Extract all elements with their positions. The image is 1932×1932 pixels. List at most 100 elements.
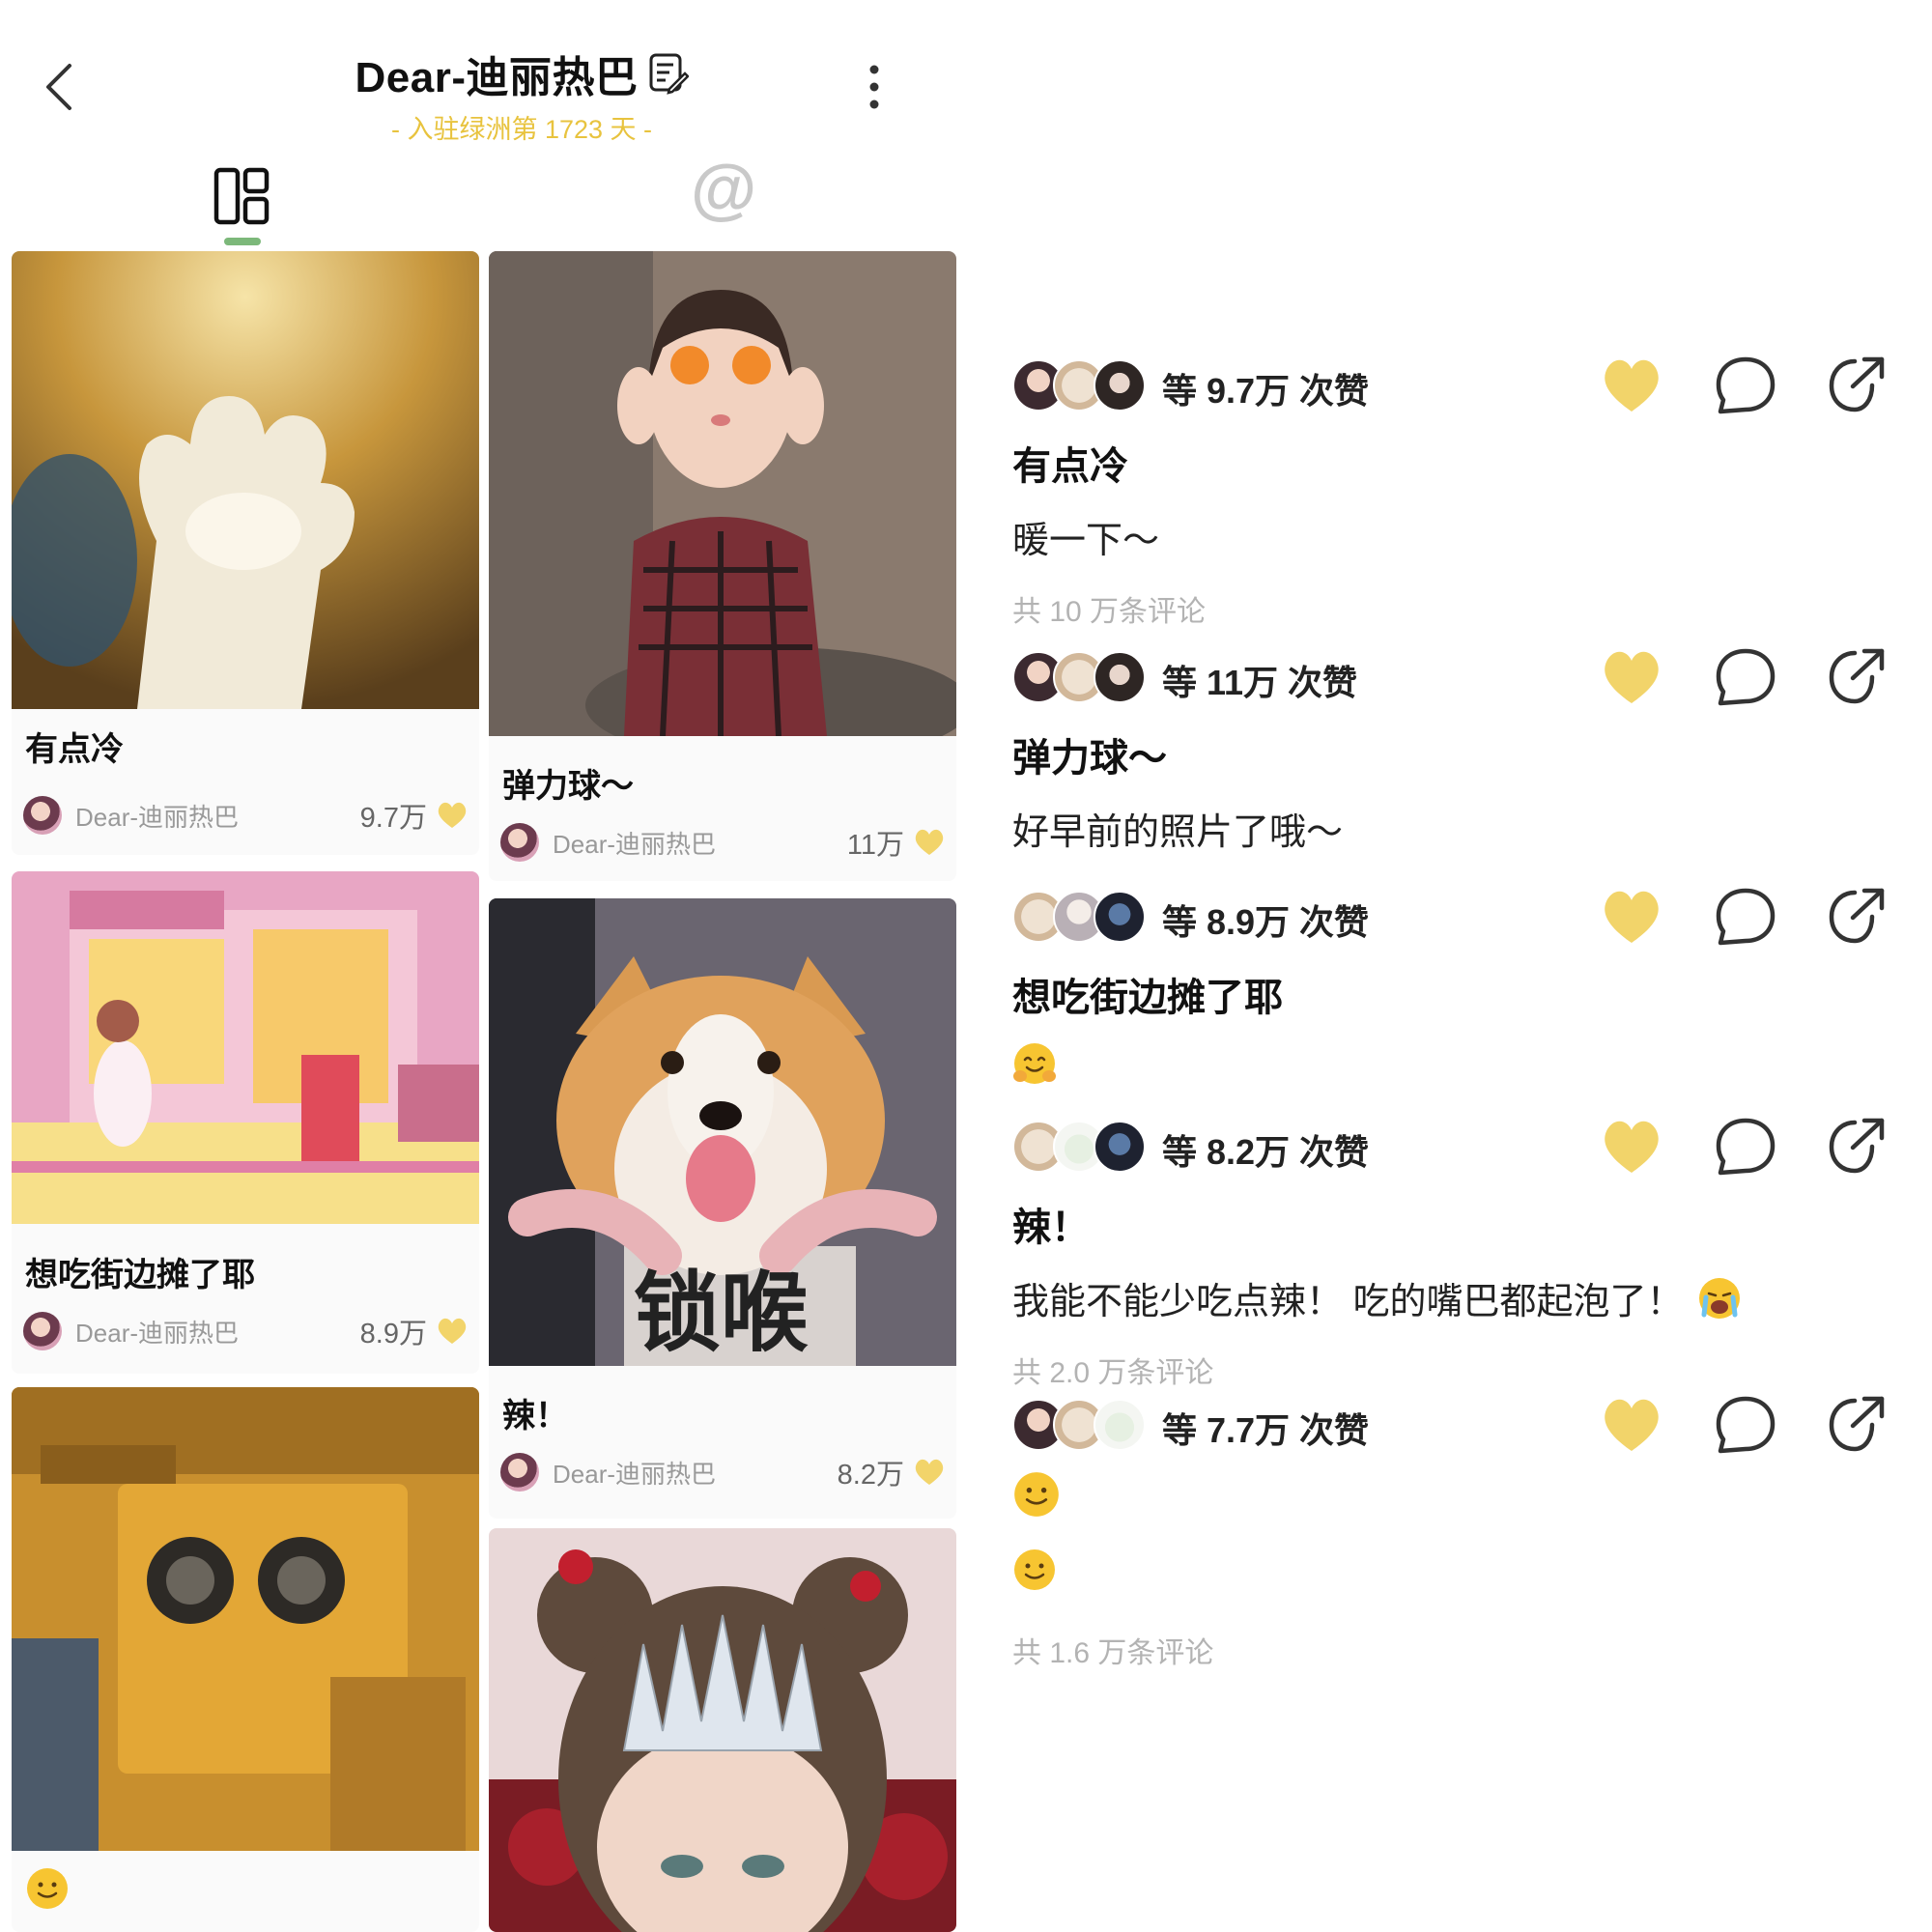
like-count: 9.7万: [359, 803, 427, 834]
smile-emoji-icon: [27, 1868, 68, 1909]
heart-icon[interactable]: [1600, 1115, 1663, 1179]
author-name: Dear-迪丽热巴: [75, 1318, 240, 1348]
post-card-meta: Dear-迪丽热巴 9.7万: [23, 794, 468, 837]
like-count: 11万: [846, 830, 904, 861]
comment-count-link[interactable]: 共 2.0 万条评论: [1012, 1349, 1213, 1391]
comment-icon[interactable]: [1714, 1115, 1777, 1179]
post-card[interactable]: 弹力球～ Dear-迪丽热巴 11万: [489, 251, 956, 881]
feed-like-row: 等 9.7万 次赞: [1012, 350, 1901, 417]
comment-icon[interactable]: [1714, 354, 1777, 417]
share-icon[interactable]: [1826, 1115, 1889, 1179]
comment-icon[interactable]: [1714, 1393, 1777, 1457]
back-button[interactable]: [37, 58, 95, 116]
feed-post-emoji: [1012, 1041, 1057, 1086]
heart-icon[interactable]: [914, 828, 945, 857]
comment-icon[interactable]: [1714, 885, 1777, 949]
feed-post-title: 想吃街边摊了耶: [1012, 977, 1283, 1019]
hug-face-emoji-icon: [1013, 1043, 1056, 1084]
join-days-subtitle: - 入驻绿洲第 1723 天 -: [390, 115, 653, 144]
post-card-title: 想吃街边摊了耶: [25, 1257, 255, 1293]
liker-avatars[interactable]: [1012, 1121, 1148, 1173]
author-name: Dear-迪丽热巴: [75, 802, 240, 832]
more-button[interactable]: [860, 58, 889, 116]
crying-face-emoji-icon: [1698, 1277, 1740, 1319]
page-title-text: Dear-迪丽热巴: [355, 54, 639, 101]
comment-count-link[interactable]: 共 1.6 万条评论: [1012, 1629, 1213, 1671]
feed-like-row: 等 7.7万 次赞: [1012, 1389, 1901, 1457]
post-card[interactable]: 有点冷 Dear-迪丽热巴 9.7万: [12, 251, 479, 855]
post-card-meta: Dear-迪丽热巴 8.2万: [500, 1451, 945, 1493]
post-card-title: 有点冷: [25, 731, 124, 768]
feed-post-title: 弹力球～: [1012, 737, 1167, 780]
note-edit-icon[interactable]: [648, 52, 689, 95]
feed-like-row: 等 11万 次赞: [1012, 641, 1901, 709]
like-count: 8.2万: [837, 1460, 904, 1491]
feed-like-row: 等 8.9万 次赞: [1012, 881, 1901, 949]
avatar[interactable]: [23, 1312, 62, 1350]
feed-post-body: 我能不能少吃点辣！ 吃的嘴巴都起泡了！: [1012, 1282, 1684, 1322]
post-card-title: 辣！: [502, 1398, 568, 1435]
tab-mentions[interactable]: @: [691, 155, 756, 222]
post-card-emoji: [25, 1866, 70, 1911]
tab-posts[interactable]: [211, 164, 274, 228]
liker-avatars[interactable]: [1012, 651, 1148, 703]
post-card[interactable]: 锁喉 辣！ Dear-迪丽热巴 8.2万: [489, 898, 956, 1519]
like-summary[interactable]: 等 11万 次赞: [1162, 655, 1357, 705]
post-image-girl-plaid: [489, 251, 956, 736]
grid-layout-icon: [213, 167, 270, 225]
like-count: 8.9万: [359, 1319, 427, 1350]
chevron-left-icon: [46, 64, 71, 110]
feed-post-title: 辣！: [1012, 1207, 1090, 1249]
like-summary[interactable]: 等 7.7万 次赞: [1162, 1403, 1369, 1453]
author-name: Dear-迪丽热巴: [553, 829, 717, 859]
post-card[interactable]: [12, 1387, 479, 1932]
liker-avatars[interactable]: [1012, 891, 1148, 943]
feed-post-title: 有点冷: [1012, 445, 1128, 488]
feed-post-body: 暖一下～: [1012, 521, 1160, 561]
avatar[interactable]: [23, 796, 62, 835]
feed-post-emoji: [1012, 1470, 1061, 1519]
page-header: Dear-迪丽热巴 - 入驻绿洲第 1723 天 -: [319, 43, 724, 146]
post-card[interactable]: 想吃街边摊了耶 Dear-迪丽热巴 8.9万: [12, 871, 479, 1374]
heart-icon[interactable]: [914, 1458, 945, 1487]
share-icon[interactable]: [1826, 354, 1889, 417]
share-icon[interactable]: [1826, 1393, 1889, 1457]
avatar[interactable]: [500, 823, 539, 862]
like-summary[interactable]: 等 9.7万 次赞: [1162, 363, 1369, 413]
smile-emoji-icon: [1014, 1472, 1059, 1517]
feed-post-body-wrap: 我能不能少吃点辣！ 吃的嘴巴都起泡了！: [1012, 1271, 1742, 1324]
heart-icon[interactable]: [437, 801, 468, 830]
post-image-machinery: [12, 1387, 479, 1851]
liker-avatars[interactable]: [1012, 359, 1148, 412]
comment-icon[interactable]: [1714, 645, 1777, 709]
feed-like-row: 等 8.2万 次赞: [1012, 1111, 1901, 1179]
active-tab-indicator: [224, 238, 261, 245]
post-card-meta: Dear-迪丽热巴 11万: [500, 821, 945, 864]
avatar[interactable]: [500, 1453, 539, 1492]
page-title: Dear-迪丽热巴: [355, 43, 689, 104]
post-card[interactable]: [489, 1528, 956, 1932]
heart-icon[interactable]: [1600, 1393, 1663, 1457]
heart-icon[interactable]: [1600, 885, 1663, 949]
post-image-crown-girl: [489, 1528, 956, 1932]
feed-post-body: 好早前的照片了哦～: [1012, 812, 1344, 853]
post-image-street-shop: [12, 871, 479, 1224]
post-card-meta: Dear-迪丽热巴 8.9万: [23, 1310, 468, 1352]
smile-emoji-icon: [1014, 1549, 1055, 1590]
post-image-cat-paw: [12, 251, 479, 709]
like-summary[interactable]: 等 8.2万 次赞: [1162, 1124, 1369, 1175]
share-icon[interactable]: [1826, 645, 1889, 709]
author-name: Dear-迪丽热巴: [553, 1459, 717, 1489]
heart-icon[interactable]: [437, 1317, 468, 1346]
post-card-title: 弹力球～: [502, 768, 634, 805]
liker-avatars[interactable]: [1012, 1399, 1148, 1451]
feed-post-emoji: [1012, 1548, 1057, 1592]
comment-count-link[interactable]: 共 10 万条评论: [1012, 587, 1206, 630]
heart-icon[interactable]: [1600, 354, 1663, 417]
image-caption-text: 锁喉: [634, 1263, 809, 1364]
more-vertical-icon: [869, 65, 879, 109]
heart-icon[interactable]: [1600, 645, 1663, 709]
share-icon[interactable]: [1826, 885, 1889, 949]
like-summary[interactable]: 等 8.9万 次赞: [1162, 895, 1369, 945]
post-image-corgi: 锁喉: [489, 898, 956, 1366]
